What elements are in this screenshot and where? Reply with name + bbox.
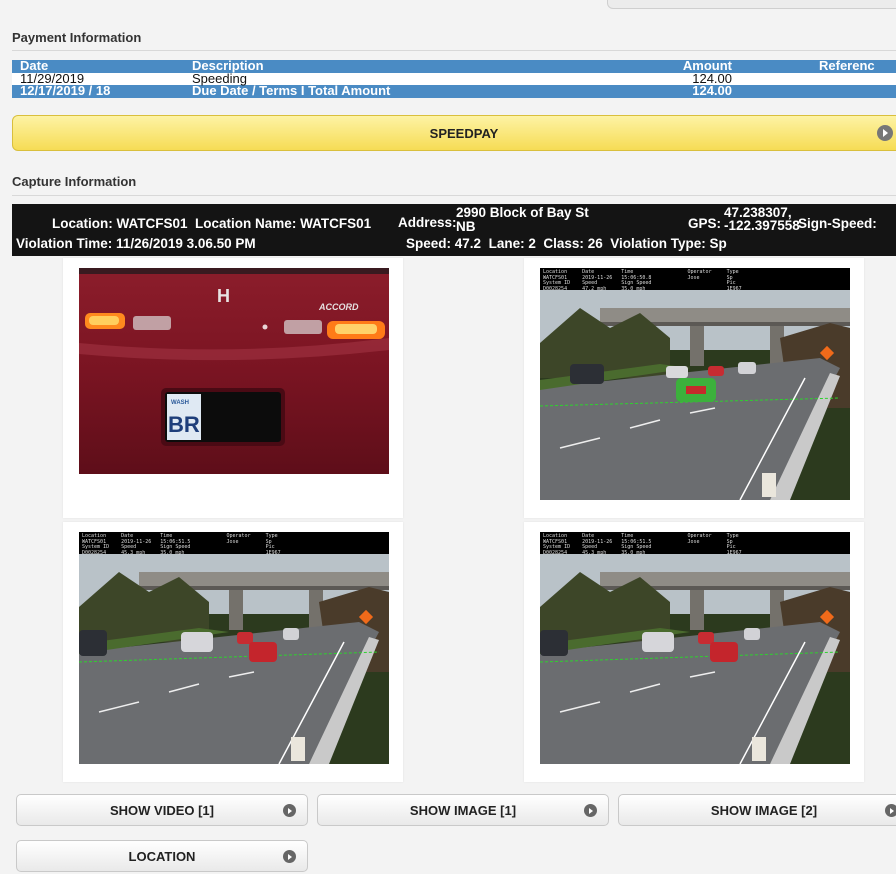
speedpay-button[interactable]: SPEEDPAY [12, 115, 896, 151]
scene-photo: Location Date Time Operator Type WATCFS0… [79, 532, 389, 764]
speed-value: 47.2 [454, 236, 482, 251]
gps-lon: -122.397558 [724, 218, 800, 233]
violation-time: Violation Time: 11/26/2019 3.06.50 PM [16, 236, 256, 251]
payment-table-header: Date Description Amount Referenc [12, 59, 896, 73]
plate-state: WASH [171, 400, 189, 406]
col-reference: Referenc [819, 60, 875, 73]
lane-value: 2 [528, 236, 536, 251]
location-button-label: LOCATION [128, 848, 196, 864]
location-name-label: Location Name: [195, 216, 297, 231]
top-tab-edge [607, 0, 896, 9]
violation-details: Speed: 47.2 Lane: 2 Class: 26 Violation … [406, 236, 727, 251]
show-image-1-button[interactable]: SHOW IMAGE [1] [317, 794, 609, 826]
payment-table: Date Description Amount Referenc 11/29/2… [12, 59, 896, 98]
scene-image-tile-2[interactable]: Location Date Time Operator Type WATCFS0… [63, 522, 403, 782]
capture-info-bar: Location: WATCFS01 Location Name: WATCFS… [12, 204, 896, 256]
address-label: Address: [398, 215, 457, 230]
scene-photo: Location Date Time Operator Type WATCFS0… [540, 268, 850, 500]
scene-photo: Location Date Time Operator Type WATCFS0… [540, 532, 850, 764]
model-label: ACCORD [318, 302, 359, 312]
arrow-right-icon [283, 804, 296, 817]
show-image-2-button[interactable]: SHOW IMAGE [2] [618, 794, 896, 826]
show-image-1-label: SHOW IMAGE [1] [409, 802, 517, 818]
gps-value: 47.238307, -122.397558 [724, 206, 800, 233]
gps-label: GPS: [688, 216, 722, 231]
camera-overlay-text: Location Date Time Operator Type WATCFS0… [79, 532, 389, 555]
sign-speed-label: Sign-Speed: [798, 216, 877, 231]
capture-location-line: Location: WATCFS01 Location Name: WATCFS… [52, 216, 371, 231]
plate-photo: H ACCORD WASH BR [79, 268, 389, 474]
address-line1: 2990 Block of Bay St [456, 205, 589, 220]
scene-image-tile-3[interactable]: Location Date Time Operator Type WATCFS0… [524, 522, 864, 782]
row-reference [732, 73, 896, 86]
total-description: Due Date / Terms I Total Amount [192, 83, 391, 98]
brand-logo: H [217, 286, 230, 306]
road-scene-image [540, 268, 850, 500]
arrow-right-icon [283, 850, 296, 863]
car-rear-image: H ACCORD WASH BR [79, 268, 389, 474]
arrow-right-icon [877, 125, 893, 141]
arrow-right-icon [885, 804, 896, 817]
location-name-value: WATCFS01 [300, 216, 372, 231]
table-total-row: 12/17/2019 / 18 Due Date / Terms I Total… [12, 83, 896, 98]
class-value: 26 [587, 236, 603, 251]
camera-overlay-text: Location Date Time Operator Type WATCFS0… [540, 532, 850, 555]
show-video-button[interactable]: SHOW VIDEO [1] [16, 794, 308, 826]
plate-image-tile[interactable]: H ACCORD WASH BR [63, 258, 403, 518]
arrow-right-icon [584, 804, 597, 817]
payment-section-title: Payment Information [12, 30, 142, 45]
total-reference [732, 85, 896, 98]
divider [12, 50, 896, 51]
plate-characters: BR [168, 412, 200, 437]
table-row: 11/29/2019 Speeding 124.00 [12, 72, 896, 86]
scene-image-tile-1[interactable]: Location Date Time Operator Type WATCFS0… [524, 258, 864, 518]
road-scene-image [79, 532, 389, 764]
show-video-label: SHOW VIDEO [1] [109, 802, 214, 818]
location-value: WATCFS01 [116, 216, 188, 231]
capture-section-title: Capture Information [12, 174, 137, 189]
speed-label: Speed: [406, 236, 452, 251]
lane-label: Lane: [488, 236, 525, 251]
speedpay-label: SPEEDPAY [429, 125, 499, 141]
location-label: Location: [52, 216, 113, 231]
address-line2: NB [456, 219, 476, 234]
divider [12, 195, 896, 196]
road-scene-image [540, 532, 850, 764]
location-button[interactable]: LOCATION [16, 840, 308, 872]
violation-time-label: Violation Time: [16, 236, 113, 251]
violation-type-label: Violation Type: [610, 236, 706, 251]
total-amount: 124.00 [692, 83, 732, 98]
violation-time-value: 11/26/2019 3.06.50 PM [116, 236, 256, 251]
violation-type-value: Sp [709, 236, 727, 251]
camera-overlay-text: Location Date Time Operator Type WATCFS0… [540, 268, 850, 291]
total-date: 12/17/2019 / 18 [20, 83, 111, 98]
show-image-2-label: SHOW IMAGE [2] [710, 802, 818, 818]
class-label: Class: [543, 236, 584, 251]
